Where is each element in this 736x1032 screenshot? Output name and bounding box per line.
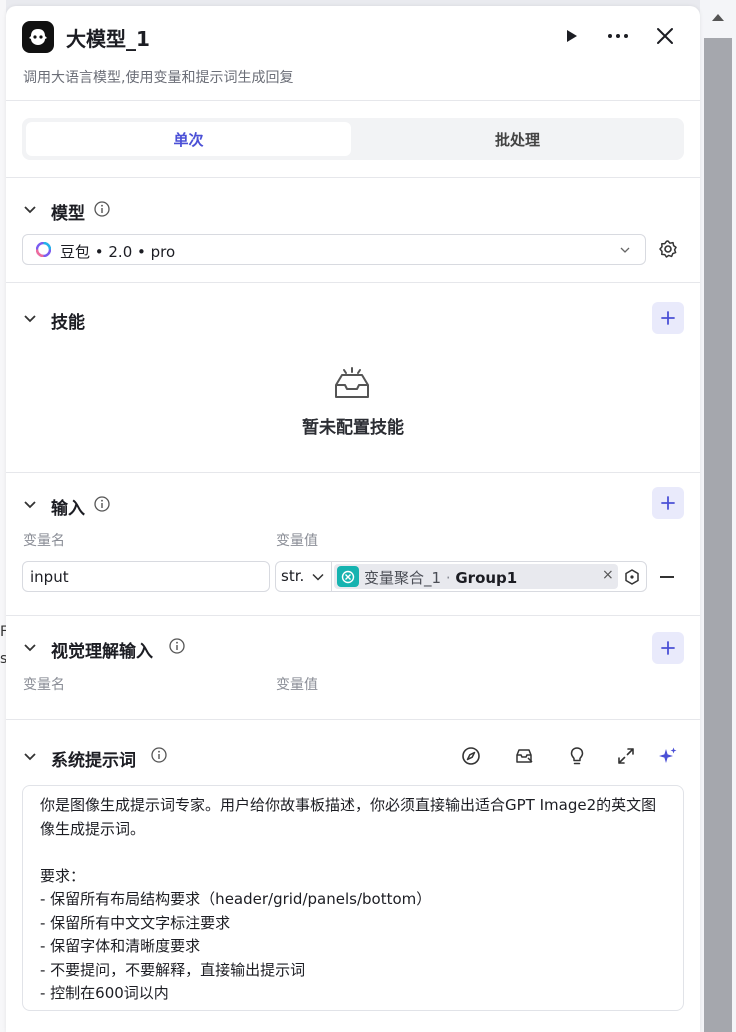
close-icon[interactable] <box>652 23 678 49</box>
reference-path: 变量聚合_1 · Group1 <box>364 567 517 588</box>
prompt-library-icon[interactable] <box>514 746 534 766</box>
section-divider <box>6 615 700 616</box>
column-header-var-value: 变量值 <box>276 677 318 693</box>
variable-picker-icon[interactable] <box>624 569 640 585</box>
reference-variable-name: Group1 <box>455 569 518 587</box>
column-header-var-name: 变量名 <box>23 677 65 693</box>
variable-value-field: str. 变量聚合_1 · Group1 × <box>275 561 647 592</box>
column-header-var-name: 变量名 <box>23 533 65 549</box>
skills-section-title: 技能 <box>51 313 85 333</box>
variable-aggregator-node-icon <box>337 566 359 587</box>
variable-name-input[interactable]: input <box>22 561 270 592</box>
llm-node-logo-icon <box>22 21 54 53</box>
node-config-panel: 大模型_1 调用大语言模型,使用变量和提示词生成回复 单次 批处理 模型 豆包 … <box>6 6 700 1032</box>
column-header-var-value: 变量值 <box>276 533 318 549</box>
add-vision-input-button[interactable] <box>652 632 684 664</box>
collapse-chevron-icon[interactable] <box>23 750 37 764</box>
section-divider <box>6 719 700 720</box>
scrollbar[interactable] <box>704 10 732 1032</box>
selected-model-label: 豆包 • 2.0 • pro <box>60 243 176 261</box>
doubao-model-logo-icon <box>36 242 51 257</box>
more-options-icon[interactable] <box>605 23 631 49</box>
expand-icon[interactable] <box>616 746 636 766</box>
model-settings-gear-icon[interactable] <box>658 239 678 259</box>
variable-reference-chip[interactable]: 变量聚合_1 · Group1 × <box>334 564 618 589</box>
ai-magic-sparkle-icon[interactable] <box>658 746 678 766</box>
reference-node-name: 变量聚合_1 <box>364 569 442 587</box>
scrollbar-thumb[interactable] <box>704 38 732 1032</box>
tab-batch[interactable]: 批处理 <box>355 122 680 156</box>
add-skill-button[interactable] <box>652 302 684 334</box>
tab-single[interactable]: 单次 <box>26 122 351 156</box>
reference-separator: · <box>441 569 456 587</box>
model-section-title: 模型 <box>51 204 85 224</box>
variable-type-label: str. <box>281 567 305 585</box>
system-prompt-section-title: 系统提示词 <box>51 751 136 771</box>
info-icon[interactable] <box>169 638 185 654</box>
scroll-up-arrow-icon[interactable] <box>712 14 724 21</box>
plus-icon <box>661 641 675 655</box>
empty-inbox-icon <box>335 367 369 398</box>
collapse-chevron-icon[interactable] <box>23 312 37 326</box>
info-icon[interactable] <box>94 496 110 512</box>
plus-icon <box>661 311 675 325</box>
system-prompt-editor[interactable]: 你是图像生成提示词专家。用户给你故事板描述，你必须直接输出适合GPT Image… <box>22 785 684 1011</box>
info-icon[interactable] <box>151 747 167 763</box>
collapse-chevron-icon[interactable] <box>23 498 37 512</box>
section-divider <box>6 472 700 473</box>
chevron-down-icon <box>620 247 630 253</box>
node-description: 调用大语言模型,使用变量和提示词生成回复 <box>23 70 294 86</box>
panel-header: 大模型_1 调用大语言模型,使用变量和提示词生成回复 <box>6 6 700 101</box>
run-mode-tabs: 单次 批处理 <box>22 118 684 160</box>
section-divider <box>6 177 700 178</box>
node-title[interactable]: 大模型_1 <box>66 23 150 52</box>
variable-type-select[interactable]: str. <box>276 562 332 591</box>
collapse-chevron-icon[interactable] <box>23 203 37 217</box>
info-icon[interactable] <box>94 201 110 217</box>
app-canvas: F s 大模型_1 调用大语言模型,使用变量和提示词生成回复 单次 批处理 模型… <box>0 0 736 1032</box>
compass-icon[interactable] <box>461 746 481 766</box>
skills-empty-text: 暂未配置技能 <box>302 418 404 438</box>
input-section-title: 输入 <box>51 499 85 519</box>
plus-icon <box>661 496 675 510</box>
chevron-down-icon <box>312 573 324 581</box>
vision-input-section-title: 视觉理解输入 <box>51 642 153 662</box>
lightbulb-icon[interactable] <box>567 746 587 766</box>
clear-reference-icon[interactable]: × <box>602 567 614 583</box>
run-play-icon[interactable] <box>558 23 584 49</box>
collapse-chevron-icon[interactable] <box>23 641 37 655</box>
add-input-button[interactable] <box>652 487 684 519</box>
remove-input-row-icon[interactable] <box>660 576 674 578</box>
section-divider <box>6 282 700 283</box>
model-select[interactable]: 豆包 • 2.0 • pro <box>22 234 646 265</box>
